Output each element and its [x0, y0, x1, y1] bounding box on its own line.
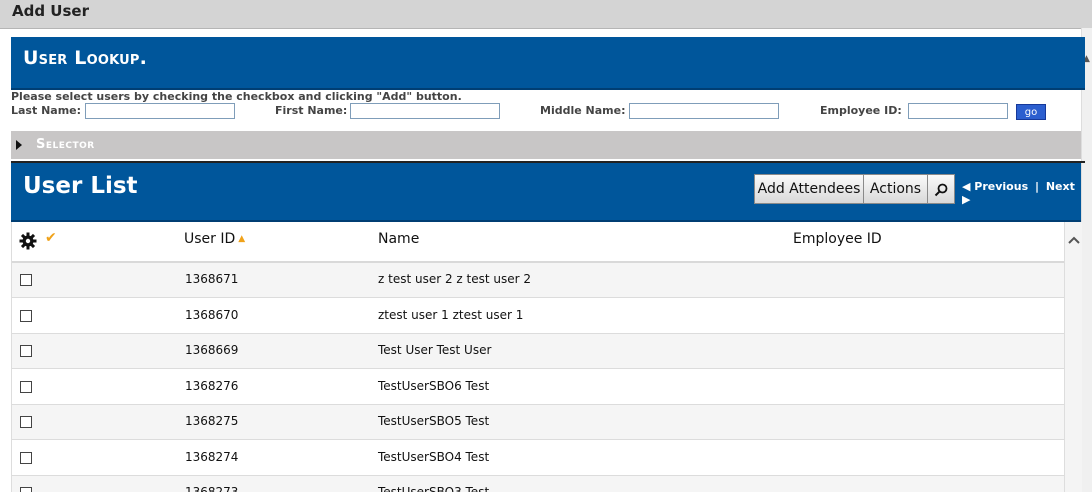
table-row[interactable]: 1368273 TestUserSBO3 Test: [12, 476, 1065, 492]
table-row[interactable]: 1368671 z test user 2 z test user 2: [12, 263, 1065, 298]
actions-button[interactable]: Actions: [863, 174, 928, 204]
table-header: ✔ User ID ▲ Name Employee ID: [12, 222, 1065, 263]
table-row[interactable]: 1368670 ztest user 1 ztest user 1: [12, 299, 1065, 334]
row-checkbox[interactable]: [20, 487, 32, 492]
row-user-id: 1368274: [185, 449, 239, 464]
window-title: Add User: [12, 2, 89, 20]
next-label: Next: [1045, 180, 1075, 193]
row-user-id: 1368273: [185, 485, 239, 492]
expand-triangle-icon[interactable]: [16, 140, 22, 150]
user-lookup-header: User Lookup.: [11, 37, 1085, 90]
next-arrow-icon: ▶: [962, 193, 971, 206]
column-user-id[interactable]: User ID ▲: [184, 231, 245, 247]
last-name-field[interactable]: [85, 103, 235, 119]
selector-label: Selector: [36, 137, 95, 152]
chevron-up-icon[interactable]: [1068, 236, 1080, 244]
row-checkbox[interactable]: [20, 416, 32, 428]
prev-arrow-icon: ◀: [962, 180, 975, 193]
employee-id-label: Employee ID:: [820, 104, 902, 117]
row-user-id: 1368670: [185, 307, 239, 322]
row-name: ztest user 1 ztest user 1: [378, 307, 524, 322]
first-name-field[interactable]: [350, 103, 500, 119]
row-checkbox[interactable]: [20, 274, 32, 286]
pager-separator: |: [1034, 180, 1039, 193]
row-name: z test user 2 z test user 2: [378, 272, 532, 286]
table-row[interactable]: 1368276 TestUserSBO6 Test: [12, 370, 1065, 405]
user-table: ✔ User ID ▲ Name Employee ID 1368671 z tes…: [11, 222, 1065, 492]
column-employee-id[interactable]: Employee ID: [793, 231, 882, 247]
row-name: Test User Test User: [378, 343, 492, 357]
row-user-id: 1368276: [185, 378, 239, 393]
previous-link[interactable]: ◀ Previous: [962, 180, 1028, 193]
column-name[interactable]: Name: [378, 231, 419, 247]
middle-name-label: Middle Name:: [540, 104, 626, 117]
user-list-header: User List Add Attendees Actions ◀ Previo…: [11, 163, 1081, 223]
row-user-id: 1368275: [185, 414, 239, 428]
go-button[interactable]: go: [1016, 104, 1046, 120]
table-row[interactable]: 1368275 TestUserSBO5 Test: [12, 405, 1065, 440]
row-checkbox[interactable]: [20, 345, 32, 357]
lookup-instructions: Please select users by checking the chec…: [11, 90, 462, 103]
row-user-id: 1368671: [185, 272, 239, 286]
magnifier-icon: [934, 183, 948, 197]
sort-ascending-icon: ▲: [238, 234, 246, 244]
middle-name-field[interactable]: [629, 103, 779, 119]
table-row[interactable]: 1368274 TestUserSBO4 Test: [12, 441, 1065, 476]
row-user-id: 1368669: [185, 343, 239, 357]
employee-id-field[interactable]: [908, 103, 1008, 119]
checkmark-icon[interactable]: ✔: [45, 230, 57, 246]
table-scrollbar[interactable]: [1064, 222, 1082, 492]
row-name: TestUserSBO5 Test: [378, 414, 490, 428]
row-checkbox[interactable]: [20, 380, 32, 393]
selector-bar[interactable]: Selector: [11, 131, 1081, 159]
window-titlebar: Add User: [0, 0, 1092, 29]
add-attendees-button[interactable]: Add Attendees: [754, 174, 864, 204]
previous-label: Previous: [974, 180, 1029, 193]
search-button[interactable]: [927, 174, 955, 204]
user-list-title: User List: [23, 173, 138, 199]
last-name-label: Last Name:: [11, 104, 82, 117]
row-checkbox[interactable]: [20, 451, 32, 464]
first-name-label: First Name:: [275, 104, 348, 117]
row-name: TestUserSBO6 Test: [378, 378, 490, 393]
row-name: TestUserSBO4 Test: [378, 449, 490, 464]
user-lookup-title: User Lookup.: [23, 47, 148, 69]
pager: ◀ Previous | Next ▶: [962, 180, 1081, 206]
table-row[interactable]: 1368669 Test User Test User: [12, 334, 1065, 369]
gear-icon[interactable]: [19, 232, 37, 250]
column-user-id-label: User ID: [184, 231, 236, 247]
page-scrollbar[interactable]: ▲: [1081, 28, 1092, 492]
row-checkbox[interactable]: [20, 309, 32, 322]
row-name: TestUserSBO3 Test: [378, 485, 490, 492]
